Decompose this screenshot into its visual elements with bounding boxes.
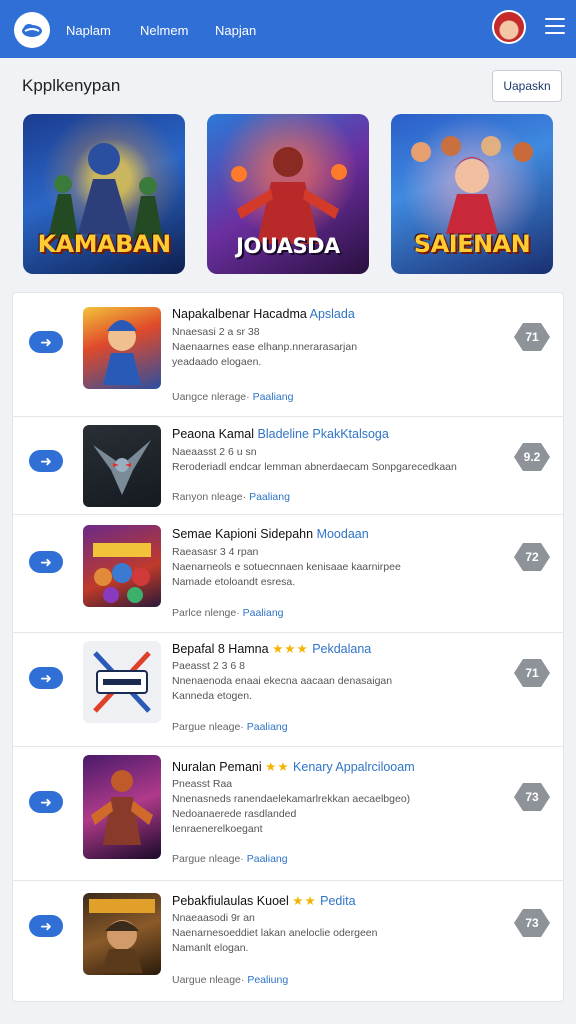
item-footer: Uangce nlerage· Paaliang	[172, 391, 294, 403]
rating-badge: 9.2	[514, 443, 550, 471]
crossed-swords-logo-icon	[93, 651, 151, 713]
cloud-logo-icon	[22, 24, 42, 37]
banner-title: SAIENAN	[413, 230, 531, 258]
item-category[interactable]: Bladeline PkakKtalsoga	[258, 427, 389, 441]
creature-thumbnail-icon	[93, 440, 151, 495]
item-link[interactable]: Paaliang	[253, 391, 294, 403]
group-thumbnail-icon	[93, 543, 151, 603]
app-thumbnail[interactable]	[83, 755, 161, 859]
item-footer: Uargue nleage· Pealiung	[172, 974, 289, 986]
item-link[interactable]: Paaliang	[249, 491, 290, 503]
item-title: Bepafal 8 Hamna	[172, 642, 269, 656]
app-thumbnail[interactable]	[83, 425, 161, 507]
nav-link-1[interactable]: Naplam	[66, 23, 111, 38]
nav-link-3[interactable]: Napjan	[215, 23, 256, 38]
item-footer: Parlce nlenge· Paaliang	[172, 607, 284, 619]
featured-banner-3[interactable]: SAIENAN	[391, 114, 553, 274]
open-arrow-button[interactable]: ➜	[29, 915, 63, 937]
list-item[interactable]: ➜ Peaona Kamal Bladeline PkakKtalsoga Na…	[13, 417, 563, 515]
item-category[interactable]: Apslada	[310, 307, 355, 321]
open-arrow-button[interactable]: ➜	[29, 331, 63, 353]
item-footer: Ranyon nleage· Paaliang	[172, 491, 290, 503]
hamburger-menu-icon[interactable]	[545, 18, 565, 36]
item-category[interactable]: Kenary Appalrcilooam	[293, 760, 415, 774]
hero-portrait-thumbnail-icon	[89, 899, 155, 973]
open-arrow-button[interactable]: ➜	[29, 450, 63, 472]
arrow-right-icon: ➜	[40, 452, 52, 469]
robot-warrior-thumbnail-icon	[91, 770, 153, 845]
list-item[interactable]: ➜ Pebakfiulaulas Kuoel ★★ Pedita Nnaeaas…	[13, 881, 563, 1001]
arrow-right-icon: ➜	[40, 669, 52, 686]
item-link[interactable]: Paaliang	[243, 607, 284, 619]
item-link[interactable]: Pealiung	[247, 974, 288, 986]
item-description: Paeasst 2 3 6 8 Nnenaenoda enaai ekecna …	[172, 660, 393, 702]
item-title: Peaona Kamal	[172, 427, 255, 441]
banner-title: KAMABAN	[37, 230, 171, 258]
star-rating: ★★	[292, 894, 317, 908]
rating-badge: 72	[514, 543, 550, 571]
item-description: Pneasst Raa Nnenasneds ranendaelekamarlr…	[172, 778, 411, 835]
app-thumbnail[interactable]	[83, 893, 161, 975]
app-list: ➜ Napakalbenar Hacadma Apslada Nnaesasi …	[12, 292, 564, 1002]
open-arrow-button[interactable]: ➜	[29, 791, 63, 813]
item-category[interactable]: Moodaan	[317, 527, 369, 541]
item-title: Semae Kapioni Sidepahn	[172, 527, 314, 541]
item-description: Nnaesasi 2 a sr 38 Naenaarnes ease elhan…	[172, 326, 358, 368]
item-link[interactable]: Paaliang	[247, 721, 288, 733]
list-item[interactable]: ➜ Semae Kapioni Sidepahn Moodaan Raeasas…	[13, 515, 563, 633]
item-description: Nnaeaasodi 9r an Naenarnesoeddiet lakan …	[172, 912, 378, 954]
app-thumbnail[interactable]	[83, 525, 161, 607]
nav-link-2[interactable]: Nelmem	[140, 23, 188, 38]
arrow-right-icon: ➜	[40, 917, 52, 934]
featured-banner-1[interactable]: KAMABAN	[23, 114, 185, 274]
item-link[interactable]: Paaliang	[247, 853, 288, 865]
item-category[interactable]: Pekdalana	[312, 642, 371, 656]
top-navigation-bar: Naplam Nelmem Napjan	[0, 0, 576, 58]
app-logo[interactable]	[14, 12, 50, 48]
item-footer: Pargue nleage· Paaliang	[172, 853, 288, 865]
rating-badge: 73	[514, 783, 550, 811]
page-title: Kpplkenypan	[22, 76, 121, 95]
rating-badge: 71	[514, 659, 550, 687]
app-thumbnail[interactable]	[83, 307, 161, 389]
item-description: Naeaasst 2 6 u sn Reroderiadl endcar lem…	[172, 446, 457, 473]
item-title: Pebakfiulaulas Kuoel	[172, 894, 289, 908]
star-rating: ★★	[265, 760, 290, 774]
open-arrow-button[interactable]: ➜	[29, 667, 63, 689]
item-footer: Pargue nleage· Paaliang	[172, 721, 288, 733]
character-thumbnail-icon	[103, 320, 141, 385]
list-item[interactable]: ➜ Bepafal 8 Hamna ★★★ Pekdalana Paeasst …	[13, 633, 563, 747]
item-title: Napakalbenar Hacadma	[172, 307, 307, 321]
star-rating: ★★★	[272, 642, 309, 656]
user-avatar[interactable]	[492, 10, 526, 44]
item-category[interactable]: Pedita	[320, 894, 355, 908]
list-item[interactable]: ➜ Napakalbenar Hacadma Apslada Nnaesasi …	[13, 293, 563, 417]
rating-badge: 73	[514, 909, 550, 937]
banner-title: JOUASDA	[236, 234, 340, 258]
list-item[interactable]: ➜ Nuralan Pemani ★★ Kenary Appalrcilooam…	[13, 747, 563, 881]
open-arrow-button[interactable]: ➜	[29, 551, 63, 573]
app-thumbnail[interactable]	[83, 641, 161, 723]
item-description: Raeasasr 3 4 rpan Naenarneols e sotuecnn…	[172, 546, 401, 588]
featured-banner-2[interactable]: JOUASDA	[207, 114, 369, 274]
header-action-button[interactable]: Uapaskn	[492, 70, 562, 102]
arrow-right-icon: ➜	[40, 333, 52, 350]
rating-badge: 71	[514, 323, 550, 351]
arrow-right-icon: ➜	[40, 553, 52, 570]
item-title: Nuralan Pemani	[172, 760, 262, 774]
arrow-right-icon: ➜	[40, 793, 52, 810]
